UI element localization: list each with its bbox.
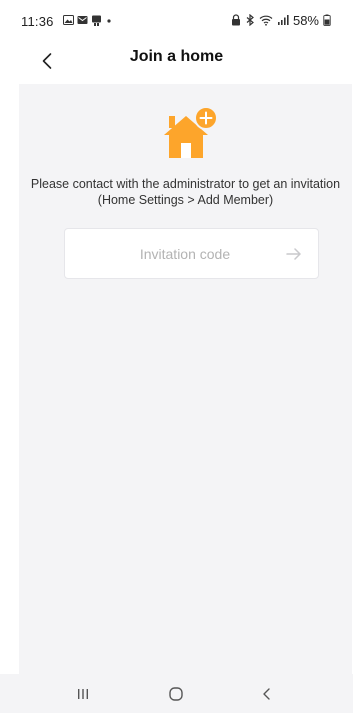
battery-icon (323, 14, 331, 26)
status-bar: 11:36 58% (0, 0, 353, 40)
lock-icon (231, 14, 240, 26)
gallery-icon (63, 15, 74, 25)
app-icon (92, 15, 101, 26)
house-add-icon (164, 106, 217, 158)
instructions-text: Please contact with the administrator to… (30, 177, 341, 207)
page-title: Join a home (129, 48, 224, 65)
recent-apps-button[interactable] (68, 682, 98, 706)
nav-back-button[interactable] (252, 682, 282, 706)
status-time: 11:36 (21, 14, 54, 29)
home-icon (169, 687, 183, 701)
notification-icons (63, 14, 113, 26)
mail-icon (77, 16, 88, 24)
dot-icon (107, 19, 111, 23)
bluetooth-icon (246, 14, 254, 26)
system-nav-bar (0, 674, 353, 713)
wifi-icon (259, 15, 273, 26)
arrow-right-icon[interactable] (284, 244, 304, 264)
system-status: 58% (231, 12, 331, 28)
invitation-code-box (64, 228, 319, 279)
battery-percentage: 58% (292, 12, 319, 28)
invitation-code-input[interactable] (65, 229, 275, 278)
recent-apps-icon (78, 689, 88, 699)
home-button[interactable] (161, 682, 191, 706)
join-home-content: Please contact with the administrator to… (19, 84, 352, 674)
signal-icon (277, 15, 289, 25)
back-icon (263, 688, 270, 700)
app-header: Join a home (0, 40, 353, 84)
